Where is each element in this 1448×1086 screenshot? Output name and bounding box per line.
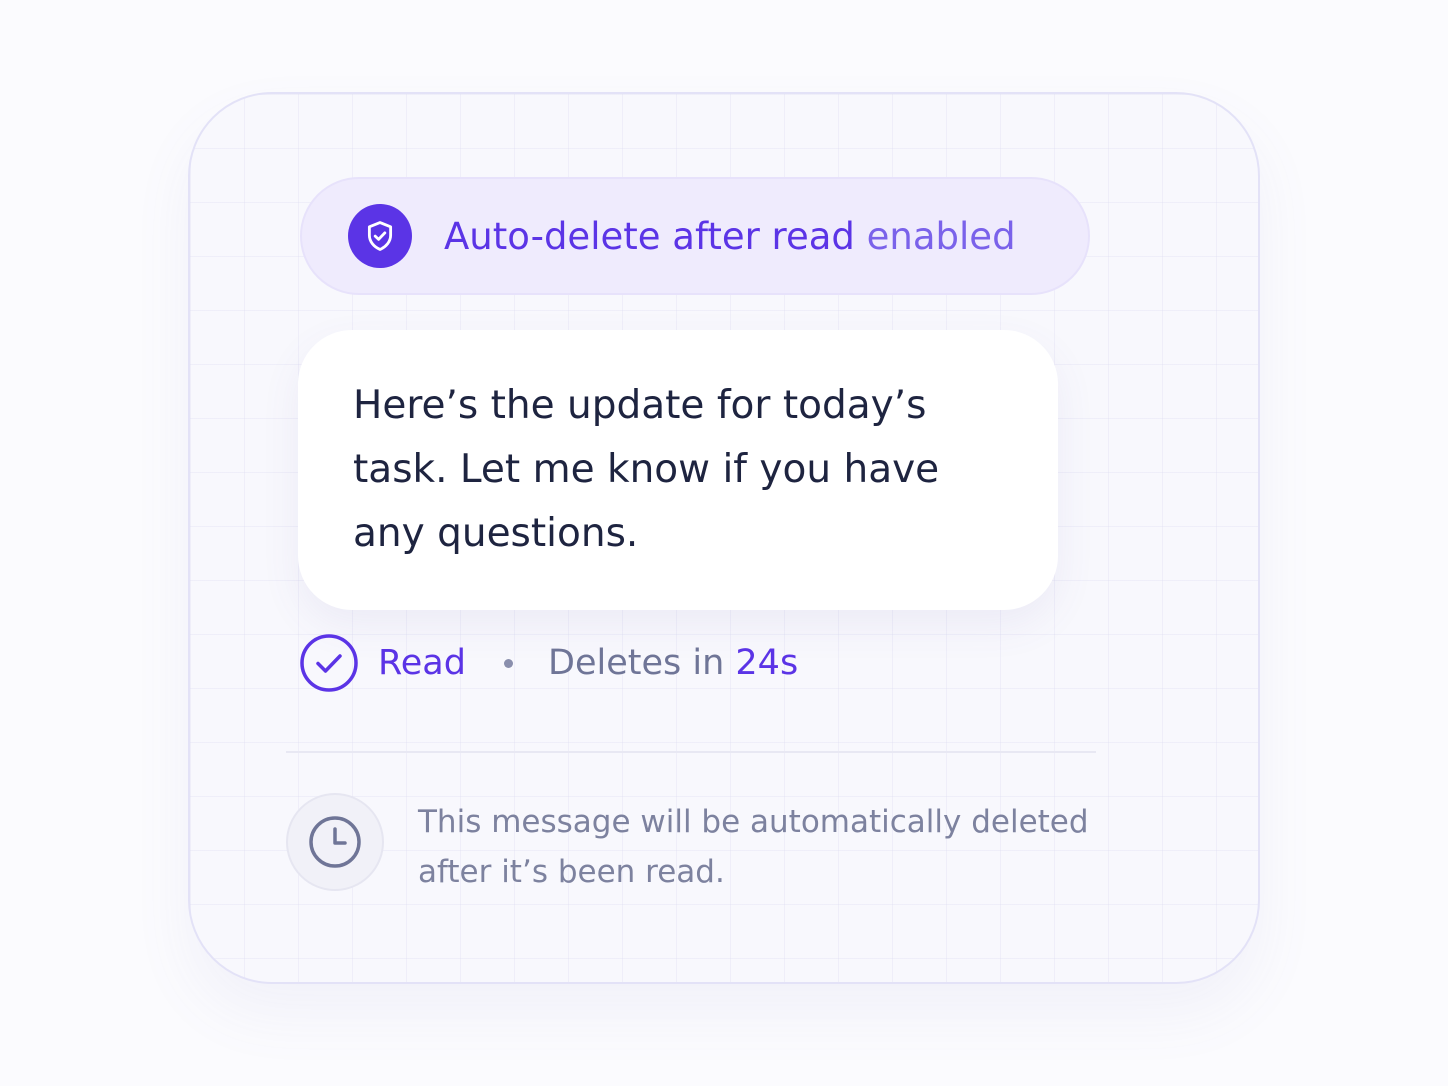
auto-delete-note: This message will be automatically delet… xyxy=(418,804,1089,890)
message-status: Read Deletes in 24s xyxy=(300,634,1000,694)
auto-delete-banner: Auto-delete after read enabled xyxy=(300,177,1090,295)
divider xyxy=(286,751,1096,753)
delete-countdown: Deletes in 24s xyxy=(548,640,798,686)
banner-title-light: enabled xyxy=(866,215,1016,258)
shield-check-icon xyxy=(348,204,412,268)
countdown-value: 24s xyxy=(735,643,799,683)
read-status-label: Read xyxy=(378,643,466,683)
banner-title-strong: Auto-delete after read xyxy=(444,215,855,258)
separator-dot xyxy=(504,659,513,668)
message-bubble[interactable]: Here’s the update for today’s task. Let … xyxy=(298,330,1058,610)
message-text: Here’s the update for today’s task. Let … xyxy=(353,383,940,556)
delete-countdown-prefix: Deletes in xyxy=(548,643,725,683)
banner-title: Auto-delete after read enabled xyxy=(444,213,1016,261)
check-circle-icon xyxy=(300,634,358,692)
clock-icon xyxy=(286,793,384,891)
